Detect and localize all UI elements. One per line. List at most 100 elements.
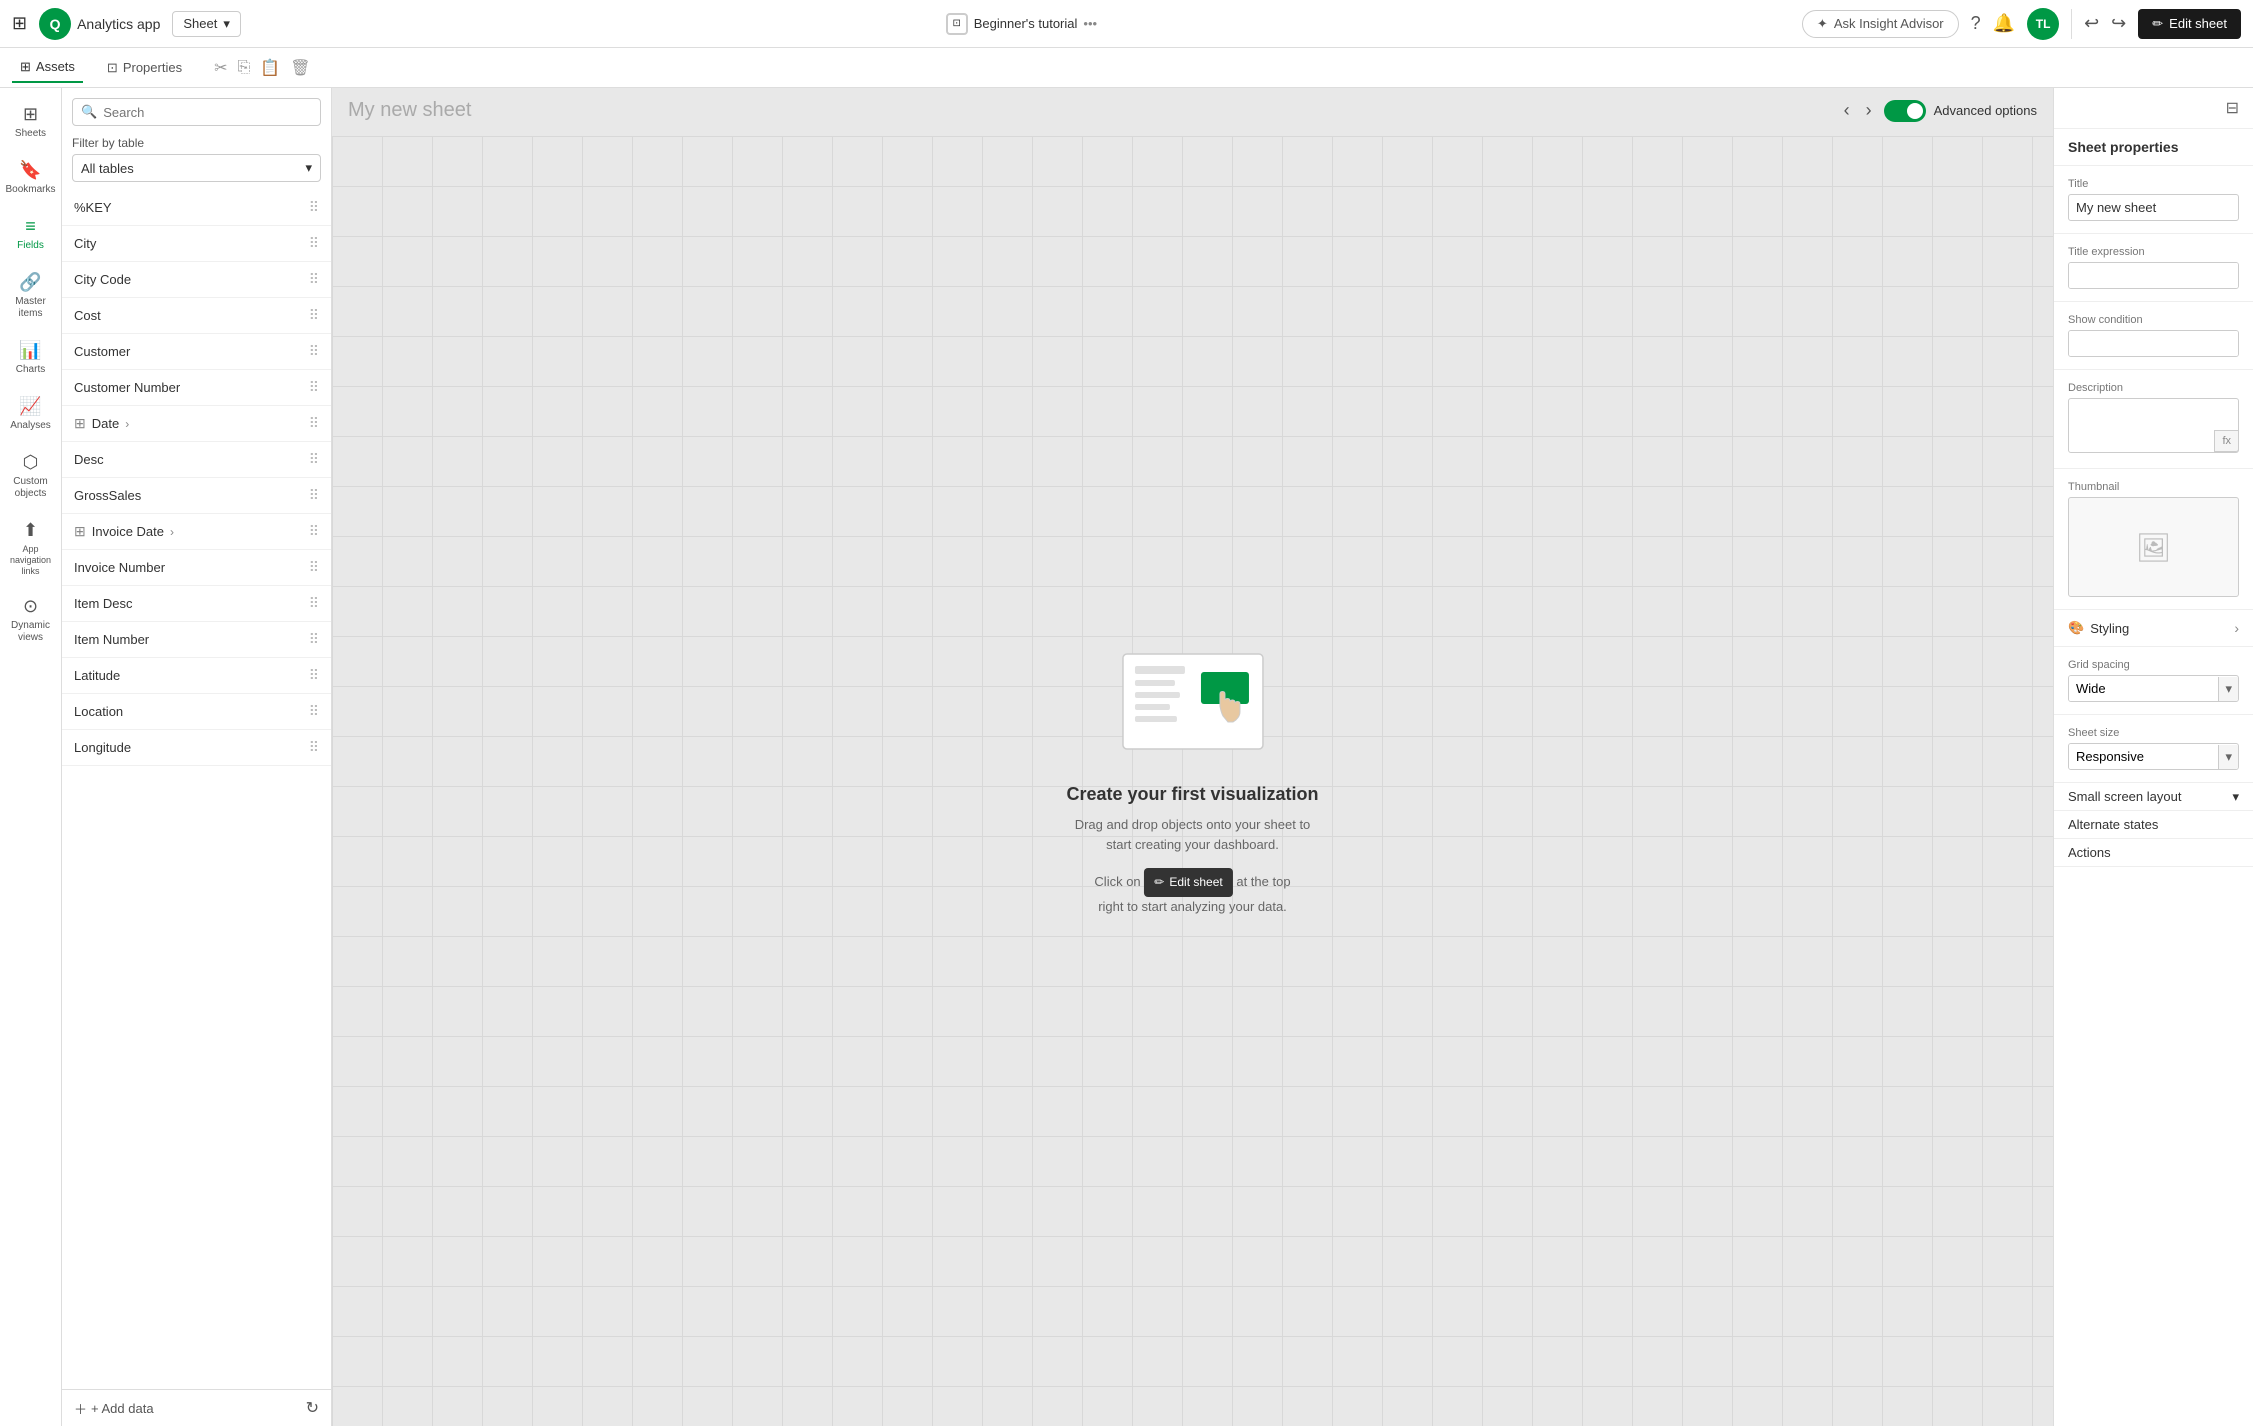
search-input[interactable] [103,105,312,120]
field-name: ⊞ Date › [74,415,129,432]
sidebar-item-sheets[interactable]: ⊞ Sheets [4,96,58,148]
advanced-options-toggle[interactable] [1884,100,1926,122]
list-item[interactable]: GrossSales ⠿ [62,478,331,514]
prop-show-cond-input[interactable] [2069,331,2239,356]
sheet-dropdown[interactable]: Sheet ▾ [172,11,241,37]
help-icon[interactable]: ? [1971,13,1981,34]
list-item[interactable]: ⊞ Invoice Date › ⠿ [62,514,331,550]
sidebar-item-dynamic-views[interactable]: ⊙ Dynamic views [4,588,58,652]
drag-handle-icon[interactable]: ⠿ [309,487,319,504]
refresh-button[interactable]: ↻ [306,1398,319,1418]
inline-edit-sheet-btn[interactable]: ✏ Edit sheet [1144,868,1232,897]
undo-icon[interactable]: ↩ [2084,13,2099,34]
drag-handle-icon[interactable]: ⠿ [309,703,319,720]
drag-handle-icon[interactable]: ⠿ [309,451,319,468]
prop-sheet-size-select[interactable]: Responsive Fixed [2069,744,2218,769]
sidebar-item-master-items[interactable]: 🔗 Master items [4,264,58,328]
sidebar-item-analyses[interactable]: 📈 Analyses [4,388,58,440]
list-item[interactable]: Cost ⠿ [62,298,331,334]
sidebar-item-custom-objects[interactable]: ⬡ Custom objects [4,444,58,508]
canvas-header: My new sheet ‹ › Advanced options [332,88,2053,133]
prop-grid-spacing-select[interactable]: Wide Medium Narrow [2069,676,2218,701]
next-arrow[interactable]: › [1862,96,1876,125]
drag-handle-icon[interactable]: ⠿ [309,199,319,216]
sidebar-item-app-nav[interactable]: ⬆ App navigation links [4,512,58,584]
sidebar-item-fields[interactable]: ≡ Fields [4,208,58,260]
drag-handle-icon[interactable]: ⠿ [309,559,319,576]
fx-button-desc[interactable]: fx [2214,430,2239,452]
list-item[interactable]: Customer ⠿ [62,334,331,370]
list-item[interactable]: Location ⠿ [62,694,331,730]
list-item[interactable]: City Code ⠿ [62,262,331,298]
prop-small-screen-layout[interactable]: Small screen layout ▾ [2054,783,2253,811]
prop-description-section: Description fx [2054,370,2253,469]
prop-show-cond-label: Show condition [2068,314,2239,326]
insight-advisor-btn[interactable]: ✦ Ask Insight Advisor [1802,10,1959,38]
field-name: Desc [74,452,104,467]
prop-description-input[interactable] [2068,398,2239,453]
insight-icon: ✦ [1817,16,1828,32]
assets-tab[interactable]: ⊞ Assets [12,53,83,83]
field-expand-icon[interactable]: › [170,525,174,539]
list-item[interactable]: Invoice Number ⠿ [62,550,331,586]
list-item[interactable]: Longitude ⠿ [62,730,331,766]
custom-objects-icon: ⬡ [23,452,39,473]
properties-tab[interactable]: ⊡ Properties [99,54,190,82]
add-data-button[interactable]: ＋ + Add data [74,1399,154,1418]
drag-handle-icon[interactable]: ⠿ [309,415,319,432]
drag-handle-icon[interactable]: ⠿ [309,343,319,360]
delete-icon[interactable]: 🗑 [290,58,310,78]
sidebar-item-charts[interactable]: 📊 Charts [4,332,58,384]
list-item[interactable]: ⊞ Date › ⠿ [62,406,331,442]
copy-icon[interactable]: ⎘ [237,59,250,77]
toolbar-icons: ✂ ⎘ 📋 🗑 [214,58,310,78]
list-item[interactable]: Item Number ⠿ [62,622,331,658]
prop-alternate-states[interactable]: Alternate states [2054,811,2253,839]
prop-title-section: Title [2054,166,2253,234]
canvas-controls: ‹ › Advanced options [1840,96,2037,125]
prop-title-expr-input[interactable] [2069,263,2239,288]
prop-show-cond-input-row: fx [2068,330,2239,357]
styling-chevron-icon: › [2234,620,2239,636]
panel-collapse-icon[interactable]: ⊟ [2226,98,2239,118]
table-icon: ⊞ [74,523,86,540]
more-options-icon[interactable]: ••• [1083,16,1097,31]
small-screen-chevron-icon: ▾ [2232,789,2239,805]
grid-canvas[interactable]: Create your first visualization Drag and… [332,136,2053,1426]
list-item[interactable]: Item Desc ⠿ [62,586,331,622]
notifications-icon[interactable]: 🔔 [1993,13,2015,34]
drag-handle-icon[interactable]: ⠿ [309,271,319,288]
drag-handle-icon[interactable]: ⠿ [309,235,319,252]
prop-title-input[interactable] [2068,194,2239,221]
inline-edit-icon: ✏ [1154,873,1164,892]
tutorial-icon: ⊡ [946,13,968,35]
sheet-size-chevron-icon: ▾ [2218,745,2238,769]
list-item[interactable]: City ⠿ [62,226,331,262]
avatar[interactable]: TL [2027,8,2059,40]
prop-styling-header[interactable]: 🎨 Styling › [2054,610,2253,647]
redo-icon[interactable]: ↪ [2111,13,2126,34]
sidebar-item-bookmarks[interactable]: 🔖 Bookmarks [4,152,58,204]
list-item[interactable]: %KEY ⠿ [62,190,331,226]
list-item[interactable]: Latitude ⠿ [62,658,331,694]
list-item[interactable]: Desc ⠿ [62,442,331,478]
prop-actions[interactable]: Actions [2054,839,2253,867]
prev-arrow[interactable]: ‹ [1840,96,1854,125]
edit-sheet-button[interactable]: ✏ Edit sheet [2138,9,2241,39]
list-item[interactable]: Customer Number ⠿ [62,370,331,406]
drag-handle-icon[interactable]: ⠿ [309,379,319,396]
drag-handle-icon[interactable]: ⠿ [309,739,319,756]
cut-icon[interactable]: ✂ [214,58,227,78]
paste-icon[interactable]: 📋 [260,58,280,78]
drag-handle-icon[interactable]: ⠿ [309,631,319,648]
drag-handle-icon[interactable]: ⠿ [309,595,319,612]
filter-dropdown[interactable]: All tables ▾ [72,154,321,182]
grid-icon[interactable]: ⊞ [12,13,27,34]
drag-handle-icon[interactable]: ⠿ [309,307,319,324]
drag-handle-icon[interactable]: ⠿ [309,667,319,684]
field-expand-icon[interactable]: › [125,417,129,431]
right-panel-inner: ⊟ Sheet properties Title Title expressio… [2054,88,2253,867]
thumbnail-box[interactable]: 🖼 [2068,497,2239,597]
drag-handle-icon[interactable]: ⠿ [309,523,319,540]
dynamic-views-icon: ⊙ [23,596,38,617]
